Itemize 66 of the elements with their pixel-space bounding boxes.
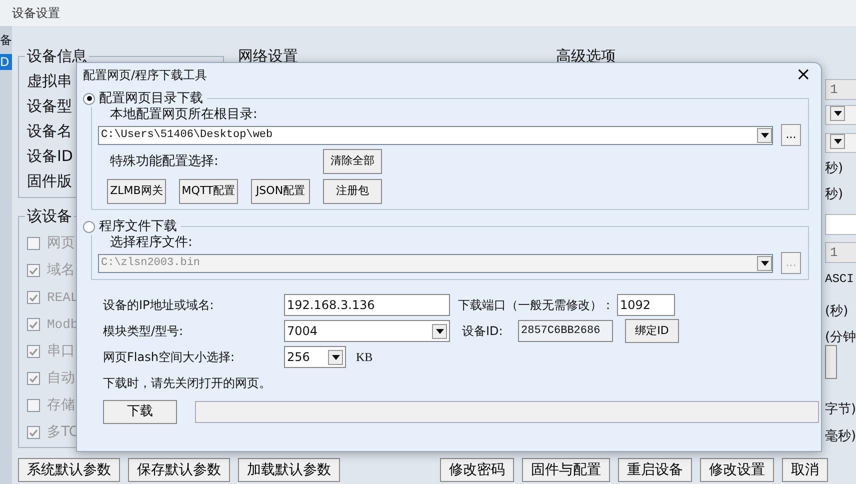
checkbox-label: 网页	[47, 234, 75, 253]
download-button[interactable]: 下载	[103, 400, 177, 424]
function-button[interactable]: 注册包	[323, 179, 382, 204]
checkbox-label: 存储	[47, 396, 75, 415]
checkbox-label: 域名	[47, 261, 75, 280]
action-button[interactable]: 系统默认参数	[18, 458, 120, 482]
field-label: 下载端口（一般无需修改）：	[458, 297, 615, 314]
checkbox[interactable]	[27, 372, 40, 385]
browse-button[interactable]: ...	[781, 124, 801, 146]
unit-label: ASCI	[825, 271, 854, 288]
function-button[interactable]: JSON配置	[251, 179, 310, 204]
checkbox[interactable]	[27, 318, 40, 331]
checkbox[interactable]	[27, 264, 40, 277]
unit-label: 毫秒)	[825, 428, 856, 446]
action-button[interactable]: 重启设备	[618, 458, 692, 482]
checkbox[interactable]	[27, 399, 40, 412]
unit-label: 秒)	[825, 160, 844, 178]
field-label: 设备ID	[27, 146, 73, 167]
list-item[interactable]: 备	[0, 32, 12, 48]
field-label: 虚拟串	[27, 71, 72, 92]
ip-input[interactable]: 192.168.3.136	[284, 294, 450, 316]
dialog-title: 配置网页/程序下载工具	[83, 66, 208, 84]
field-label: 选择程序文件:	[110, 235, 194, 251]
checkbox[interactable]	[27, 237, 40, 250]
field-label: 设备名	[27, 121, 72, 142]
button[interactable]	[825, 345, 837, 379]
checkbox-label: 串口	[47, 342, 75, 361]
bind-id-button[interactable]: 绑定ID	[625, 319, 679, 343]
checkbox[interactable]	[27, 345, 40, 358]
action-button[interactable]: 固件与配置	[522, 458, 610, 482]
unit-label: 秒)	[825, 186, 844, 204]
group-title: 该设备	[25, 206, 74, 226]
field-label: 网页Flash空间大小选择:	[103, 349, 236, 366]
field-label: 固件版	[27, 171, 72, 192]
action-button[interactable]: 取消	[782, 458, 828, 482]
function-button[interactable]: MQTT配置	[179, 179, 238, 204]
radio-button[interactable]	[83, 92, 95, 104]
unit-label: 字节)	[825, 401, 856, 419]
window-title: 设备设置	[12, 5, 60, 22]
flash-size-select[interactable]: 256	[284, 346, 346, 368]
field-label: 本地配置网页所在根目录:	[110, 107, 258, 123]
path-combo[interactable]: C:\Users\51406\Desktop\web	[98, 126, 773, 144]
unit-label: KB	[356, 349, 373, 366]
field-label: 设备的IP地址或域名:	[103, 297, 215, 314]
checkbox-label: REAL	[47, 288, 78, 307]
action-button[interactable]: 加载默认参数	[238, 458, 340, 482]
checkbox[interactable]	[27, 426, 40, 439]
checkbox-label: 自动	[47, 369, 75, 388]
action-button[interactable]: 保存默认参数	[128, 458, 230, 482]
function-button[interactable]: ZLMB网关	[107, 179, 166, 204]
action-button[interactable]: 修改密码	[440, 458, 514, 482]
model-select[interactable]: 7004	[284, 320, 450, 342]
field-label: 特殊功能配置选择:	[110, 154, 220, 170]
list-item[interactable]: D	[0, 54, 12, 70]
note-text: 下载时，请先关闭打开的网页。	[103, 375, 271, 392]
unit-label: (秒)	[825, 303, 848, 321]
clear-all-button[interactable]: 清除全部	[323, 149, 382, 174]
field-label: 模块类型/型号:	[103, 323, 184, 340]
port-input[interactable]: 1092	[617, 294, 675, 316]
field-label: 设备型	[27, 96, 72, 117]
action-button[interactable]: 修改设置	[700, 458, 774, 482]
field-label: 设备ID:	[462, 323, 504, 340]
unit-label: (分钟	[825, 329, 856, 347]
device-id-field: 2857C6BB2686	[518, 320, 613, 342]
close-button[interactable]: ×	[786, 64, 821, 84]
checkbox[interactable]	[27, 291, 40, 304]
